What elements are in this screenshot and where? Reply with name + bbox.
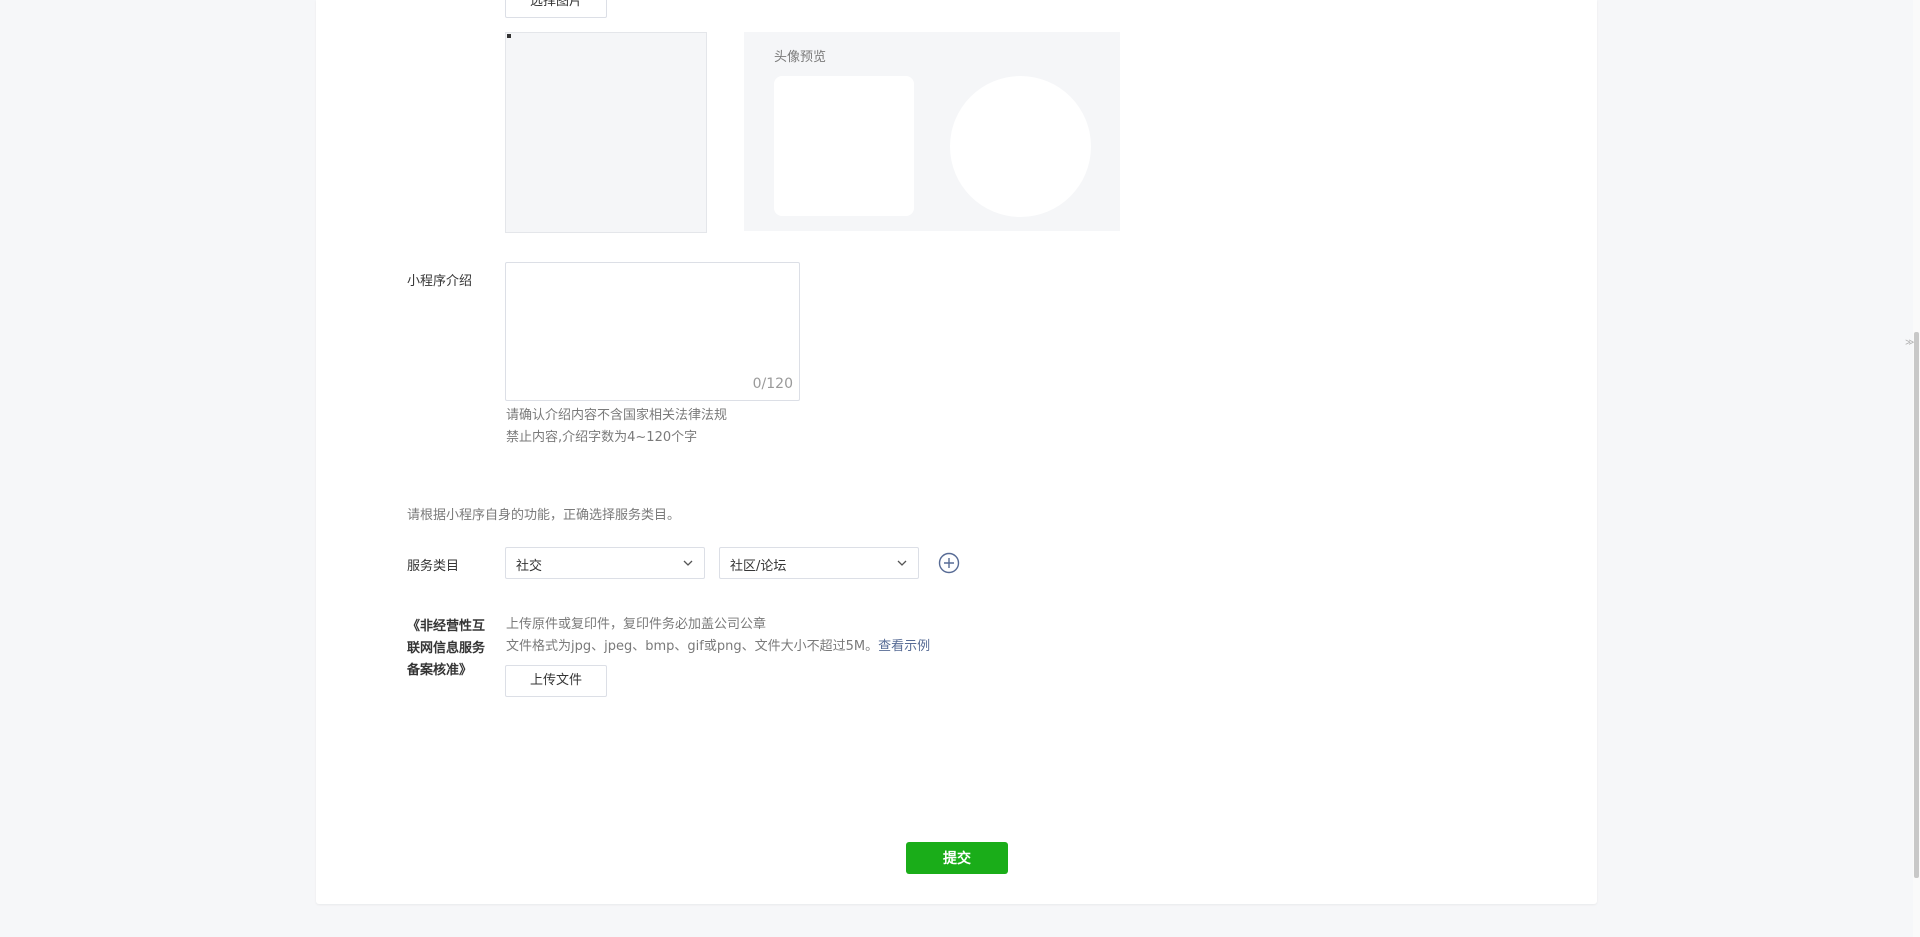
chevron-down-icon	[897, 560, 907, 566]
select-image-button[interactable]: 选择图片	[505, 0, 607, 18]
upload-file-button[interactable]: 上传文件	[505, 665, 607, 697]
scrollbar-thumb[interactable]	[1914, 332, 1919, 878]
category-label: 服务类目	[407, 559, 460, 574]
category-note: 请根据小程序自身的功能，正确选择服务类目。	[407, 508, 681, 523]
license-hint-line1: 上传原件或复印件，复印件务必加盖公司公章	[506, 617, 767, 632]
category-primary-select[interactable]: 社交	[505, 547, 705, 579]
image-crop-area[interactable]	[505, 32, 707, 233]
intro-hint-line1: 请确认介绍内容不含国家相关法律法规	[506, 408, 728, 423]
avatar-preview-panel: 头像预览	[744, 32, 1120, 231]
avatar-preview-title: 头像预览	[774, 50, 827, 65]
intro-textarea[interactable]: 0/120	[505, 262, 800, 401]
submit-button[interactable]: 提交	[906, 842, 1008, 874]
license-label-line1: 《非经营性互	[407, 619, 486, 634]
category-primary-value: 社交	[516, 559, 543, 574]
license-label-line2: 联网信息服务	[407, 641, 486, 656]
category-secondary-value: 社区/论坛	[730, 559, 787, 574]
crop-handle[interactable]	[507, 34, 511, 38]
scroll-indicator-icon: ≫	[1905, 338, 1915, 348]
intro-hint-line2: 禁止内容,介绍字数为4~120个字	[506, 430, 698, 445]
view-example-link[interactable]: 查看示例	[878, 639, 930, 654]
license-hint-line2: 文件格式为jpg、jpeg、bmp、gif或png、文件大小不超过5M。查看示例	[506, 636, 930, 658]
avatar-preview-circle	[950, 76, 1091, 217]
license-label-line3: 备案核准》	[407, 663, 473, 678]
add-category-icon[interactable]	[938, 552, 960, 574]
category-secondary-select[interactable]: 社区/论坛	[719, 547, 919, 579]
intro-char-counter: 0/120	[752, 376, 793, 392]
avatar-preview-square	[774, 76, 914, 216]
intro-label: 小程序介绍	[407, 274, 473, 289]
license-format-hint: 文件格式为jpg、jpeg、bmp、gif或png、文件大小不超过5M。	[506, 639, 879, 654]
license-label: 《非经营性互 联网信息服务 备案核准》	[407, 616, 485, 682]
chevron-down-icon	[683, 560, 693, 566]
